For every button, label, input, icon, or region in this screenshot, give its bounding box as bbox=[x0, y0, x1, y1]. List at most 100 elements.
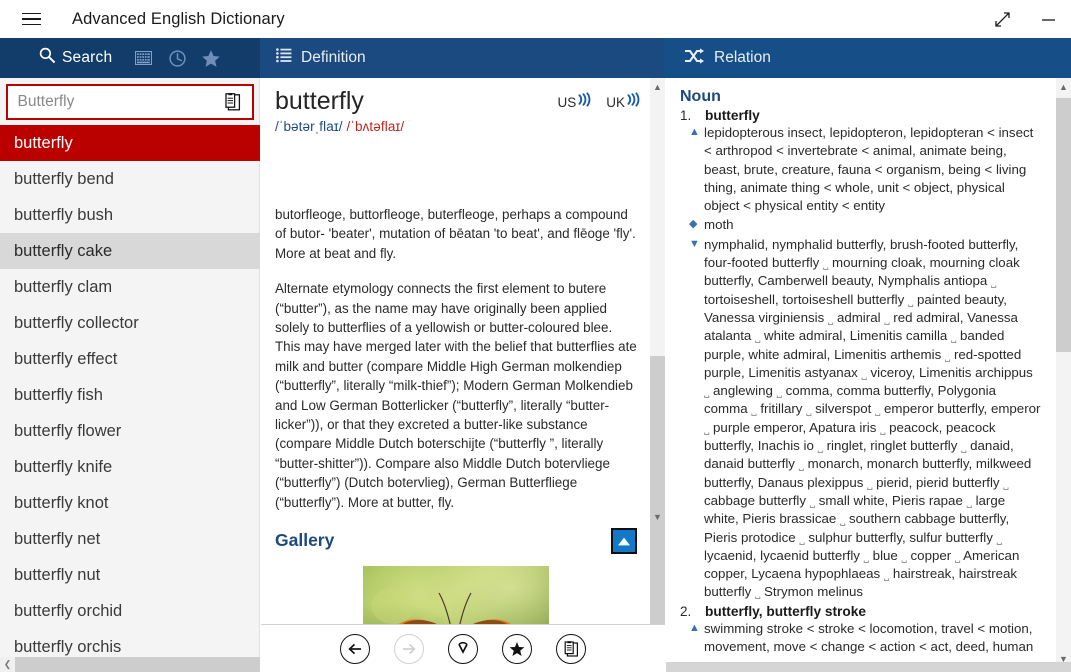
history-clock-icon[interactable] bbox=[160, 38, 194, 78]
hypernym-up-triangle-icon[interactable]: ▲ bbox=[680, 620, 704, 657]
relation-separator: ⎵ bbox=[901, 547, 907, 563]
word-list-item[interactable]: butterfly collector bbox=[0, 305, 260, 341]
relation-vertical-scrollbar[interactable]: ▲ ▼ bbox=[1056, 78, 1071, 672]
tab-definition[interactable]: Definition bbox=[260, 38, 664, 78]
word-list-item[interactable]: butterfly orchis bbox=[0, 629, 260, 657]
word-list-item[interactable]: butterfly clam bbox=[0, 269, 260, 305]
definition-vertical-scrollbar[interactable]: ▲ ▼ bbox=[650, 78, 665, 672]
audio-buttons: US UK bbox=[557, 92, 643, 112]
minimize-icon[interactable] bbox=[1025, 0, 1071, 38]
sense-number: 2. bbox=[680, 603, 692, 619]
speaker-waves-icon bbox=[577, 92, 594, 112]
search-field-wrapper bbox=[0, 78, 259, 125]
definition-panel: butterfly /ˈbətərˌflaɪ/ /ˈbʌtəflaɪ/ US U… bbox=[261, 78, 665, 672]
relation-separator: ⎵ bbox=[954, 547, 961, 563]
speaker-waves-icon bbox=[626, 92, 643, 112]
hyponym-down-triangle-icon[interactable]: ▼ bbox=[680, 236, 704, 602]
tab-relation[interactable]: Relation bbox=[664, 38, 1071, 78]
relation-text: moth bbox=[704, 217, 734, 233]
back-button[interactable] bbox=[340, 633, 370, 664]
relation-separator: ⎵ bbox=[907, 291, 914, 307]
tab-search[interactable]: Search bbox=[0, 38, 260, 78]
sense-word[interactable]: butterfly, butterfly stroke bbox=[705, 604, 866, 619]
sense-list: 1. butterfly ▲ lepidopterous insect, lepido… bbox=[680, 108, 1041, 656]
relation-separator: ⎵ bbox=[875, 401, 881, 417]
search-icon bbox=[38, 46, 57, 70]
sense-number: 1. bbox=[680, 108, 692, 123]
arrow-right-icon bbox=[403, 643, 416, 654]
scroll-up-chevron-icon[interactable]: ▲ bbox=[1056, 78, 1071, 95]
word-list-item[interactable]: butterfly bbox=[0, 125, 260, 161]
coordinate-diamond-icon[interactable]: ◆ bbox=[680, 216, 704, 234]
search-box[interactable] bbox=[5, 83, 254, 120]
relation-panel: Noun 1. butterfly ▲ lepidopterous insect, l… bbox=[666, 78, 1071, 672]
copy-button[interactable] bbox=[556, 633, 586, 664]
word-list-item[interactable]: butterfly fish bbox=[0, 377, 260, 413]
audio-uk-button[interactable]: UK bbox=[606, 92, 643, 112]
phonetic-uk: /ˈbʌtəflaɪ/ bbox=[346, 118, 405, 134]
sense-header: 1. butterfly bbox=[680, 108, 1041, 123]
relation-separator: ⎵ bbox=[798, 456, 804, 472]
part-of-speech: Noun bbox=[680, 88, 721, 105]
tab-definition-label: Definition bbox=[301, 49, 366, 66]
relation-vscroll-thumb[interactable] bbox=[1056, 98, 1071, 352]
scroll-down-chevron-icon[interactable]: ▼ bbox=[650, 508, 665, 525]
clipboard-paste-icon[interactable] bbox=[222, 92, 244, 111]
relation-text: swimming stroke < stroke < locomotion, t… bbox=[704, 620, 1034, 655]
sidebar-horizontal-scrollbar[interactable]: ❮ bbox=[0, 657, 260, 672]
relation-separator: ⎵ bbox=[827, 309, 834, 325]
word-list-item[interactable]: butterfly nut bbox=[0, 557, 260, 593]
word-list-item[interactable]: butterfly bush bbox=[0, 197, 260, 233]
scroll-left-chevron-icon[interactable]: ❮ bbox=[0, 657, 15, 672]
gallery-collapse-button[interactable] bbox=[611, 528, 637, 555]
hamburger-menu-icon[interactable] bbox=[8, 0, 54, 38]
pronounce-button[interactable] bbox=[448, 633, 478, 664]
sense-word[interactable]: butterfly bbox=[705, 108, 760, 123]
restore-expand-icon[interactable] bbox=[979, 0, 1025, 38]
word-list-item[interactable]: butterfly net bbox=[0, 521, 260, 557]
word-list[interactable]: butterfly butterfly bend butterfly bush but… bbox=[0, 125, 260, 657]
word-list-item[interactable]: butterfly orchid bbox=[0, 593, 260, 629]
relation-separator: ⎵ bbox=[755, 328, 761, 344]
tab-search-label: Search bbox=[62, 49, 113, 66]
word-list-item[interactable]: butterfly knot bbox=[0, 485, 260, 521]
word-list-item[interactable]: butterfly knife bbox=[0, 449, 260, 485]
title-bar: Advanced English Dictionary bbox=[0, 0, 1071, 38]
relation-separator: ⎵ bbox=[839, 511, 846, 527]
hypernym-up-triangle-icon[interactable]: ▲ bbox=[680, 124, 704, 215]
star-icon bbox=[509, 642, 525, 656]
etymology-paragraph-1: butorfleoge, buttorfleoge, buterfleoge, … bbox=[275, 207, 636, 261]
relation-separator: ⎵ bbox=[861, 364, 867, 380]
audio-us-button[interactable]: US bbox=[557, 92, 594, 112]
relation-separator: ⎵ bbox=[817, 438, 823, 454]
relation-separator: ⎵ bbox=[991, 273, 997, 289]
favorite-button[interactable] bbox=[502, 633, 532, 664]
relation-row: ▼ nymphalid, nymphalid butterfly, brush-f… bbox=[680, 236, 1041, 602]
collapse-up-icon bbox=[618, 537, 630, 545]
word-list-item[interactable]: butterfly effect bbox=[0, 341, 260, 377]
search-input[interactable] bbox=[17, 92, 222, 111]
relation-separator: ⎵ bbox=[944, 346, 951, 362]
definition-toolbar bbox=[261, 624, 665, 672]
word-list-item[interactable]: butterfly cake bbox=[0, 233, 260, 269]
relation-separator: ⎵ bbox=[704, 419, 710, 435]
sense-header: 2. butterfly, butterfly stroke bbox=[680, 604, 1041, 619]
relation-separator: ⎵ bbox=[880, 419, 886, 435]
relation-separator: ⎵ bbox=[883, 566, 890, 582]
relation-text: nymphalid, nymphalid butterfly, brush-fo… bbox=[704, 236, 1041, 600]
sidebar-hscroll-thumb[interactable] bbox=[15, 657, 260, 672]
word-list-item[interactable]: butterfly flower bbox=[0, 413, 260, 449]
favorites-star-icon[interactable] bbox=[194, 38, 228, 78]
phonetic-us: /ˈbətərˌflaɪ/ bbox=[275, 118, 343, 134]
forward-button bbox=[394, 633, 424, 664]
relation-separator: ⎵ bbox=[704, 383, 710, 399]
scroll-up-chevron-icon[interactable]: ▲ bbox=[650, 78, 665, 95]
app-window: Advanced English Dictionary Search Defin… bbox=[0, 0, 1071, 672]
relation-separator: ⎵ bbox=[951, 328, 957, 344]
definition-vscroll-thumb[interactable] bbox=[650, 356, 665, 624]
keyboard-icon[interactable] bbox=[126, 38, 160, 78]
relation-separator: ⎵ bbox=[806, 401, 812, 417]
gallery-header: Gallery bbox=[275, 528, 637, 555]
relation-row: ▲ swimming stroke < stroke < locomotion, … bbox=[680, 620, 1041, 657]
word-list-item[interactable]: butterfly bend bbox=[0, 161, 260, 197]
